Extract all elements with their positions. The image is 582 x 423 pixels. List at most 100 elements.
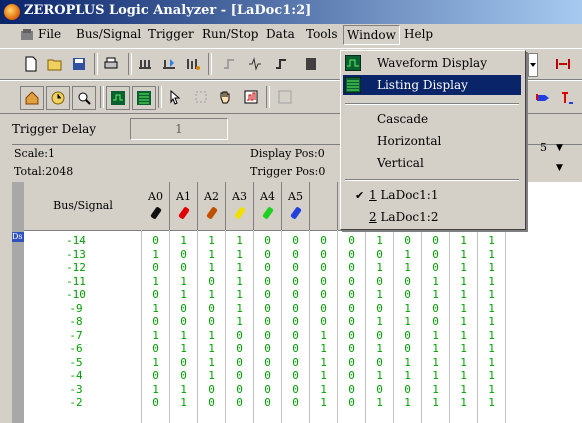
column-header[interactable]: A3 (226, 182, 254, 231)
trigger-delay-input[interactable]: 1 (130, 118, 228, 140)
bus-icon[interactable] (134, 53, 156, 75)
data-cell: 1 (432, 382, 439, 396)
menu-vertical[interactable]: Vertical (343, 153, 521, 173)
column-label: A5 (288, 190, 303, 203)
column-separator (197, 230, 198, 423)
data-cell: 1 (404, 247, 411, 261)
disabled-tool-icon (274, 86, 296, 108)
signal-edit-icon[interactable] (158, 53, 180, 75)
channel-icon[interactable] (182, 53, 204, 75)
chevron-down-icon[interactable]: ▼ (556, 143, 563, 153)
separator (266, 86, 270, 108)
partial-value: 5 (540, 141, 547, 154)
data-cell: 1 (208, 247, 215, 261)
data-cell: 0 (264, 301, 271, 315)
column-separator (449, 230, 450, 423)
probe-icon (233, 206, 246, 220)
dropdown-arrow-icon[interactable] (528, 53, 538, 77)
data-cell: 0 (264, 288, 271, 301)
open-folder-icon[interactable] (44, 53, 66, 75)
menu-waveform-display[interactable]: Waveform Display (343, 53, 521, 73)
data-cell: 1 (152, 247, 159, 261)
menu-horizontal[interactable]: Horizontal (343, 131, 521, 151)
data-cell: 1 (376, 234, 383, 247)
menu-run-stop[interactable]: Run/Stop (202, 27, 258, 41)
book-icon[interactable] (300, 53, 322, 75)
menu-window[interactable]: Window (343, 25, 400, 45)
menu-trigger[interactable]: Trigger (148, 27, 194, 41)
hand-icon[interactable] (214, 86, 236, 108)
column-header[interactable]: A5 (282, 182, 310, 231)
data-cell: 0 (208, 396, 215, 409)
row-label: -4 (69, 369, 83, 382)
data-cell: 0 (292, 274, 299, 288)
pointer-icon[interactable] (164, 86, 186, 108)
column-header[interactable] (310, 182, 338, 231)
column-header[interactable]: A4 (254, 182, 282, 231)
menu-file[interactable]: File (38, 27, 61, 41)
menu-help[interactable]: Help (404, 27, 433, 41)
measure-icon[interactable] (240, 86, 262, 108)
separator (128, 53, 132, 75)
data-cell: 0 (320, 288, 327, 301)
data-cell: 0 (404, 274, 411, 288)
data-cell: 1 (432, 342, 439, 355)
data-cell: 0 (348, 274, 355, 288)
data-cell: 1 (320, 396, 327, 409)
data-cell: 0 (320, 274, 327, 288)
zoom-fit-icon[interactable] (72, 86, 96, 110)
waveform-view-icon[interactable] (106, 86, 130, 110)
doc-menu-icon[interactable] (20, 28, 34, 42)
data-cell: 1 (376, 369, 383, 382)
data-cell: 1 (208, 288, 215, 301)
ds-marker: Ds (12, 232, 24, 242)
menu-listing-display[interactable]: Listing Display (343, 75, 521, 95)
bar-up-icon[interactable] (556, 86, 578, 108)
data-cell: 0 (264, 315, 271, 328)
print-icon[interactable] (100, 53, 122, 75)
data-cell: 0 (180, 301, 187, 315)
cursor-jump-icon[interactable] (552, 53, 574, 75)
data-cell: 0 (292, 288, 299, 301)
save-icon[interactable] (68, 53, 90, 75)
data-cell: 0 (180, 315, 187, 328)
data-cell: 1 (460, 328, 467, 342)
data-cell: 1 (208, 234, 215, 247)
menu-cascade[interactable]: Cascade (343, 109, 521, 129)
menu-doc-2[interactable]: 2 LaDoc1:2 (343, 207, 521, 227)
data-cell: 0 (292, 301, 299, 315)
bar-down-icon[interactable] (532, 86, 554, 108)
column-label: A1 (176, 190, 191, 203)
home-icon[interactable] (20, 86, 44, 110)
data-cell: 0 (292, 315, 299, 328)
data-cell: 0 (264, 261, 271, 274)
column-label: A3 (232, 190, 247, 203)
trigger-pattern-icon[interactable] (244, 53, 266, 75)
column-header[interactable]: A2 (198, 182, 226, 231)
column-separator (421, 230, 422, 423)
data-cell: 0 (264, 396, 271, 409)
data-cell: 0 (348, 301, 355, 315)
menu-data[interactable]: Data (266, 27, 295, 41)
trigger-level-icon[interactable] (270, 53, 292, 75)
data-cell: 1 (320, 369, 327, 382)
row-label: -10 (66, 288, 86, 301)
menu-doc-1[interactable]: 1 LaDoc1:1 (343, 185, 521, 205)
chevron-down-icon[interactable]: ▼ (556, 163, 563, 173)
data-cell: 0 (180, 355, 187, 369)
column-header[interactable]: A0 (142, 182, 170, 231)
listing-view-icon[interactable] (132, 86, 156, 110)
data-cell: 1 (236, 315, 243, 328)
new-file-icon[interactable] (20, 53, 42, 75)
data-cell: 0 (320, 301, 327, 315)
menu-bus-signal[interactable]: Bus/Signal (76, 27, 141, 41)
clock-icon[interactable] (46, 86, 70, 110)
data-cell: 0 (376, 247, 383, 261)
column-separator (505, 230, 506, 423)
data-cell: 0 (236, 342, 243, 355)
menu-tools[interactable]: Tools (306, 27, 338, 41)
data-cell: 0 (180, 369, 187, 382)
data-cell: 0 (432, 301, 439, 315)
data-cell: 1 (432, 369, 439, 382)
column-header[interactable]: A1 (170, 182, 198, 231)
